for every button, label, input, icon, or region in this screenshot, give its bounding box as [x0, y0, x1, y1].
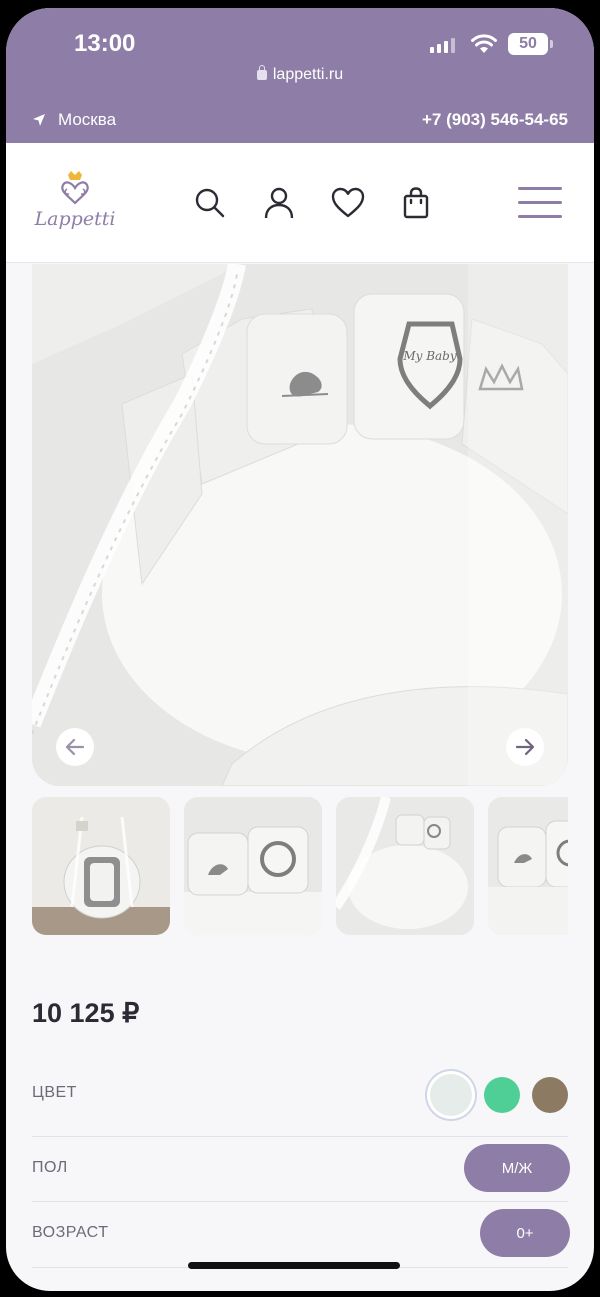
- arrow-left-icon: [65, 738, 85, 756]
- search-icon[interactable]: [192, 185, 228, 221]
- svg-text:Lappetti: Lappetti: [34, 208, 116, 230]
- option-color-row: ЦВЕТ: [32, 1060, 568, 1137]
- age-selector-button[interactable]: 0+: [480, 1209, 570, 1257]
- option-age-row: ВОЗРАСТ 0+: [32, 1202, 570, 1268]
- phone-screen: 13:00 50 lappetti.ru Москва +7 (903) 546…: [6, 8, 594, 1291]
- option-color-label: ЦВЕТ: [32, 1084, 77, 1101]
- home-indicator[interactable]: [188, 1262, 400, 1269]
- menu-burger-icon[interactable]: [518, 187, 562, 219]
- heart-icon[interactable]: [330, 185, 366, 221]
- option-age-label: ВОЗРАСТ: [32, 1224, 109, 1241]
- arrow-right-icon: [515, 738, 535, 756]
- product-price: 10 125 ₽: [32, 998, 140, 1028]
- wifi-icon: [471, 34, 497, 53]
- phone-link[interactable]: +7 (903) 546-54-65: [422, 110, 568, 130]
- location-arrow-icon: [33, 114, 45, 126]
- color-swatch-green[interactable]: [484, 1077, 520, 1113]
- gallery-thumbnails: [32, 797, 568, 937]
- shopping-bag-icon[interactable]: [398, 185, 434, 221]
- option-gender-row: ПОЛ М/Ж: [32, 1137, 570, 1202]
- color-swatch-white[interactable]: [430, 1074, 472, 1116]
- thumbnail-pillows-image: [184, 797, 322, 935]
- city-label: Москва: [58, 110, 117, 129]
- lock-icon: [256, 65, 267, 80]
- thumbnail-3[interactable]: [336, 797, 474, 935]
- battery-tip: [550, 40, 553, 48]
- gender-selector-button[interactable]: М/Ж: [464, 1144, 570, 1192]
- status-time: 13:00: [74, 30, 136, 57]
- thumbnail-bumper-top-image: [336, 797, 474, 935]
- product-main-image[interactable]: My Baby: [32, 264, 568, 786]
- embroidery-text: My Baby: [402, 349, 457, 363]
- site-header: Lappetti: [6, 143, 594, 263]
- thumbnail-1[interactable]: [32, 797, 170, 935]
- thumbnail-crib-room-image: [32, 797, 170, 935]
- thumbnail-pillows-closeup-image: [488, 797, 568, 935]
- city-selector[interactable]: Москва: [32, 110, 116, 130]
- gallery-next-button[interactable]: [506, 728, 544, 766]
- user-icon[interactable]: [261, 185, 297, 221]
- battery-icon: 50: [508, 33, 548, 55]
- url-text: lappetti.ru: [272, 66, 344, 83]
- cellular-signal-icon: [430, 38, 455, 53]
- gallery-prev-button[interactable]: [56, 728, 94, 766]
- option-gender-label: ПОЛ: [32, 1159, 68, 1176]
- browser-url-bar[interactable]: lappetti.ru: [6, 65, 594, 84]
- color-swatch-brown[interactable]: [532, 1077, 568, 1113]
- thumbnail-4[interactable]: [488, 797, 568, 935]
- thumbnail-2[interactable]: [184, 797, 322, 935]
- crib-bumper-illustration: My Baby: [32, 264, 568, 786]
- top-purple-bar: 13:00 50 lappetti.ru Москва +7 (903) 546…: [6, 8, 594, 143]
- lappetti-logo[interactable]: Lappetti: [30, 169, 120, 239]
